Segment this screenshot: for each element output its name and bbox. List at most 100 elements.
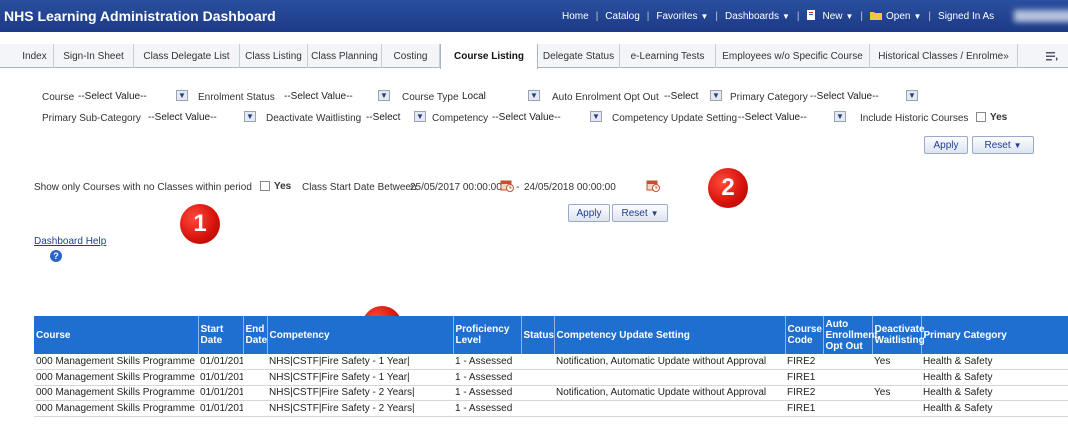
nav-separator: |: [860, 10, 864, 22]
chevron-down-icon[interactable]: ▼: [414, 111, 426, 122]
end-date-input[interactable]: 24/05/2018 00:00:00: [524, 182, 616, 193]
column-header[interactable]: Course: [34, 316, 199, 354]
chevron-down-icon[interactable]: ▼: [378, 90, 390, 101]
period-reset-button[interactable]: Reset ▼: [612, 204, 668, 222]
tab-list-icon[interactable]: [1046, 51, 1058, 61]
primary-sub-category-prompt-label: Primary Sub-Category: [42, 113, 141, 124]
competency-update-setting-select[interactable]: --Select Value--: [738, 110, 807, 124]
primary-category-select[interactable]: --Select Value--: [810, 89, 879, 103]
tab-historical-classes[interactable]: Historical Classes / Enrolme»: [870, 44, 1018, 68]
nav-favorites-menu[interactable]: Favorites ▼: [656, 11, 708, 22]
table-header-row: Course Start Date End Date Competency Pr…: [34, 316, 1068, 354]
tab-e-learning-tests[interactable]: e-Learning Tests: [620, 44, 716, 68]
tab-class-listing[interactable]: Class Listing: [240, 44, 308, 68]
table-cell: 000 Management Skills Programme: [34, 385, 198, 401]
chevron-down-icon[interactable]: ▼: [244, 111, 256, 122]
table-cell: [554, 400, 785, 417]
tab-sign-in-sheet[interactable]: Sign-In Sheet: [54, 44, 134, 68]
column-header[interactable]: Competency: [267, 316, 454, 354]
competency-update-setting-prompt-label: Competency Update Setting: [612, 113, 738, 124]
help-icon[interactable]: ?: [50, 250, 62, 262]
table-cell: [243, 369, 267, 386]
caret-down-icon: ▼: [700, 11, 709, 21]
dashboards-label: Dashboards: [725, 10, 779, 22]
dashboard-help-link[interactable]: Dashboard Help: [34, 236, 106, 247]
column-header[interactable]: End Date: [243, 316, 268, 354]
nav-dashboards-menu[interactable]: Dashboards ▼: [725, 11, 790, 22]
tab-employees-without-specific-course[interactable]: Employees w/o Specific Course: [716, 44, 870, 68]
table-cell: Health & Safety: [921, 369, 1068, 386]
primary-category-prompt-label: Primary Category: [730, 92, 808, 103]
nav-open-menu[interactable]: Open ▼: [870, 10, 921, 22]
column-header[interactable]: Status: [521, 316, 555, 354]
reset-button[interactable]: Reset ▼: [972, 136, 1034, 154]
course-select[interactable]: --Select Value--: [78, 89, 147, 103]
table-cell: 000 Management Skills Programme: [34, 369, 198, 386]
reset-label: Reset: [621, 207, 648, 219]
auto-enrolment-opt-out-select[interactable]: --Select: [664, 89, 698, 103]
table-cell: Health & Safety: [921, 385, 1068, 401]
table-cell: 01/01/2010: [198, 354, 243, 370]
tab-class-planning[interactable]: Class Planning: [308, 44, 382, 68]
apply-button[interactable]: Apply: [924, 136, 968, 154]
calendar-icon[interactable]: [646, 178, 660, 192]
caret-down-icon: ▼: [650, 208, 659, 218]
deactivate-waitlisting-prompt-label: Deactivate Waitlisting: [266, 113, 362, 124]
nav-catalog-link[interactable]: Catalog: [605, 11, 639, 22]
annotation-marker-2: 2: [708, 168, 748, 208]
table-cell: [521, 354, 554, 370]
column-header[interactable]: Deactivate Waitlisting: [872, 316, 925, 354]
column-header[interactable]: Start Date: [198, 316, 244, 354]
no-classes-prompt-label: Show only Courses with no Classes within…: [34, 182, 252, 193]
include-historic-checkbox[interactable]: [976, 112, 986, 122]
table-cell: [872, 400, 921, 417]
chevron-down-icon[interactable]: ▼: [710, 90, 722, 101]
table-cell: 1 - Assessed: [453, 369, 521, 386]
chevron-down-icon[interactable]: ▼: [906, 90, 918, 101]
table-cell: 01/01/2010: [198, 400, 243, 417]
tab-class-delegate-list[interactable]: Class Delegate List: [134, 44, 240, 68]
tab-costing[interactable]: Costing: [382, 44, 440, 68]
column-header[interactable]: Competency Update Setting: [554, 316, 786, 354]
chevron-down-icon[interactable]: ▼: [176, 90, 188, 101]
course-type-select[interactable]: Local: [462, 89, 486, 103]
calendar-icon[interactable]: [500, 178, 514, 192]
tab-delegate-status[interactable]: Delegate Status: [538, 44, 620, 68]
table-cell: 000 Management Skills Programme: [34, 400, 198, 417]
primary-sub-category-select[interactable]: --Select Value--: [148, 110, 217, 124]
tab-course-listing[interactable]: Course Listing: [440, 44, 538, 69]
table-cell: NHS|CSTF|Fire Safety - 2 Years|: [267, 385, 453, 401]
signed-in-as-label: Signed In As: [938, 10, 995, 22]
column-header[interactable]: Auto Enrollment Opt Out: [823, 316, 878, 354]
table-cell: [823, 369, 872, 386]
caret-down-icon: ▼: [913, 12, 922, 21]
nav-new-menu[interactable]: New ▼: [806, 10, 853, 22]
annotation-marker-1: 1: [180, 204, 220, 244]
course-type-prompt-label: Course Type: [402, 92, 459, 103]
table-cell: [554, 369, 785, 386]
table-cell: 1 - Assessed: [453, 385, 521, 401]
table-cell: Health & Safety: [921, 400, 1068, 417]
global-nav: Home | Catalog | Favorites ▼ | Dashboards…: [562, 10, 1068, 22]
column-header[interactable]: Primary Category: [921, 316, 1068, 354]
chevron-down-icon[interactable]: ▼: [834, 111, 846, 122]
deactivate-waitlisting-select[interactable]: --Select: [366, 110, 400, 124]
start-date-input[interactable]: 25/05/2017 00:00:00: [410, 182, 502, 193]
enrolment-status-select[interactable]: --Select Value--: [284, 89, 353, 103]
table-cell: [872, 369, 921, 386]
caret-down-icon: ▼: [1013, 140, 1022, 150]
table-cell: [243, 385, 267, 401]
table-row: 000 Management Skills Programme01/01/201…: [34, 385, 1068, 401]
chevron-down-icon[interactable]: ▼: [590, 111, 602, 122]
chevron-down-icon[interactable]: ▼: [528, 90, 540, 101]
column-header[interactable]: Proficiency Level: [453, 316, 522, 354]
table-cell: [823, 400, 872, 417]
no-classes-checkbox[interactable]: [260, 181, 270, 191]
competency-select[interactable]: --Select Value--: [492, 110, 561, 124]
period-apply-button[interactable]: Apply: [568, 204, 610, 222]
table-cell: FIRE1: [785, 400, 823, 417]
nav-home-link[interactable]: Home: [562, 11, 589, 22]
column-header[interactable]: Course Code: [785, 316, 824, 354]
tab-index[interactable]: Index: [16, 44, 54, 68]
nav-separator: |: [595, 10, 599, 22]
